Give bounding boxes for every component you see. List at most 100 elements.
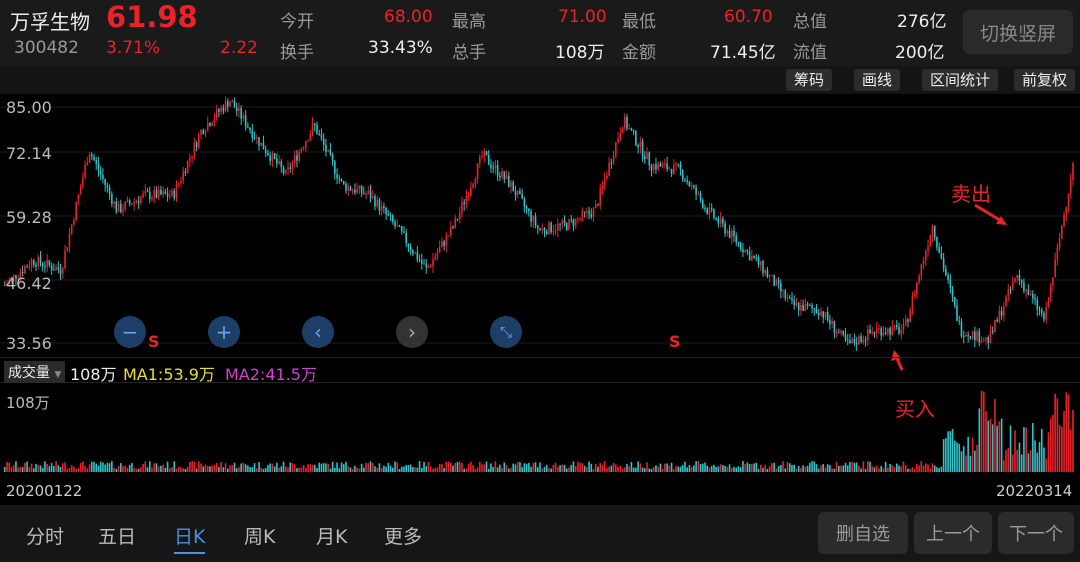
volume-bar — [494, 461, 497, 472]
volume-bar — [222, 467, 225, 472]
volume-bar — [594, 463, 597, 472]
volume-bar — [396, 462, 399, 472]
previous-button[interactable]: 上一个 — [914, 512, 992, 554]
volume-bar — [920, 461, 923, 472]
volume-bar — [1032, 422, 1034, 472]
volume-bar — [189, 462, 191, 472]
volume-bar — [409, 464, 412, 472]
volume-bar — [461, 462, 463, 472]
volume-bar — [668, 465, 671, 472]
volume-bar — [1036, 452, 1039, 472]
volume-bar — [724, 466, 726, 472]
volume-bar — [931, 463, 934, 472]
volume-bar — [701, 463, 704, 472]
volume-bar — [32, 468, 35, 472]
volume-bar — [173, 461, 176, 472]
volume-bar — [55, 461, 57, 472]
volume-bar — [10, 467, 13, 472]
remove-watchlist-button[interactable]: 删自选 — [818, 512, 908, 554]
volume-bar — [59, 466, 62, 472]
volume-bar — [746, 462, 749, 472]
volume-bar — [913, 468, 916, 472]
volume-bar — [93, 461, 95, 472]
volume-bar — [61, 463, 64, 472]
tab-daily-k[interactable]: 日K — [174, 522, 206, 554]
volume-bar — [563, 464, 566, 472]
volume-bar — [695, 461, 697, 472]
volume-bar — [918, 465, 920, 472]
volume-bar — [289, 462, 292, 472]
volume-bar — [124, 465, 127, 472]
volume-bar — [142, 463, 144, 472]
tab-monthly-k[interactable]: 月K — [316, 522, 347, 549]
volume-bar — [597, 466, 599, 472]
tab-weekly-k[interactable]: 周K — [244, 522, 275, 549]
volume-bar — [1061, 426, 1063, 472]
volume-bar — [748, 463, 751, 472]
volume-bar — [809, 462, 811, 472]
volume-bar — [826, 464, 829, 472]
volume-bar — [21, 467, 24, 472]
volume-bar — [467, 463, 470, 472]
volume-bar — [545, 464, 548, 472]
volume-bar — [880, 466, 882, 472]
volume-bar — [429, 466, 432, 472]
volume-bar — [742, 461, 744, 472]
volume-bar — [985, 411, 987, 472]
volume-bar — [169, 468, 171, 472]
tab-five-day[interactable]: 五日 — [98, 522, 136, 549]
volume-bar — [180, 467, 182, 472]
volume-bar — [929, 468, 932, 472]
volume-bar — [583, 465, 586, 472]
volume-bar — [79, 462, 82, 472]
volume-bar — [50, 463, 53, 472]
volume-bar — [829, 465, 831, 472]
volume-bar — [1056, 398, 1059, 472]
volume-bar — [215, 463, 218, 472]
indicator-select[interactable]: 成交量 ▼ — [4, 361, 66, 383]
volume-bar — [753, 463, 755, 472]
volume-bar — [182, 468, 184, 472]
next-button[interactable]: 下一个 — [998, 512, 1074, 554]
volume-bar — [171, 467, 173, 472]
volume-bar — [1045, 458, 1048, 472]
volume-bar — [976, 444, 978, 472]
volume-bar — [155, 463, 158, 472]
volume-bar — [1069, 429, 1072, 472]
volume-bar — [193, 461, 196, 472]
volume-bar — [412, 466, 414, 472]
volume-bar — [1067, 394, 1070, 472]
volume-bar — [77, 468, 80, 472]
volume-bar — [231, 465, 234, 472]
volume-bar — [1038, 442, 1041, 472]
volume-bar — [782, 461, 784, 472]
tab-intraday[interactable]: 分时 — [26, 522, 64, 549]
volume-bar — [106, 462, 109, 472]
volume-bar — [280, 466, 283, 472]
volume-bar — [305, 467, 307, 472]
volume-bar — [670, 462, 673, 472]
volume-bar — [407, 465, 410, 472]
volume-bar — [238, 467, 240, 472]
volume-bar — [380, 467, 383, 472]
volume-bar — [351, 468, 354, 472]
volume-bar — [1065, 392, 1068, 472]
volume-chart[interactable] — [0, 384, 1080, 474]
tab-more[interactable]: 更多 — [384, 522, 422, 549]
volume-bar — [104, 464, 106, 472]
volume-bar — [730, 467, 733, 472]
volume-bar — [851, 461, 853, 472]
volume-bar — [891, 465, 894, 472]
volume-bar — [282, 461, 285, 472]
volume-bar — [405, 465, 407, 472]
volume-bar — [1058, 425, 1061, 472]
volume-bar — [164, 467, 167, 472]
volume-bar — [777, 466, 780, 472]
volume-bar — [17, 467, 19, 472]
volume-bar — [57, 465, 60, 472]
volume-bar — [1054, 393, 1056, 472]
volume-bar — [140, 467, 142, 472]
volume-bar — [953, 440, 956, 472]
volume-bar — [552, 464, 555, 472]
volume-bar — [1020, 454, 1023, 472]
